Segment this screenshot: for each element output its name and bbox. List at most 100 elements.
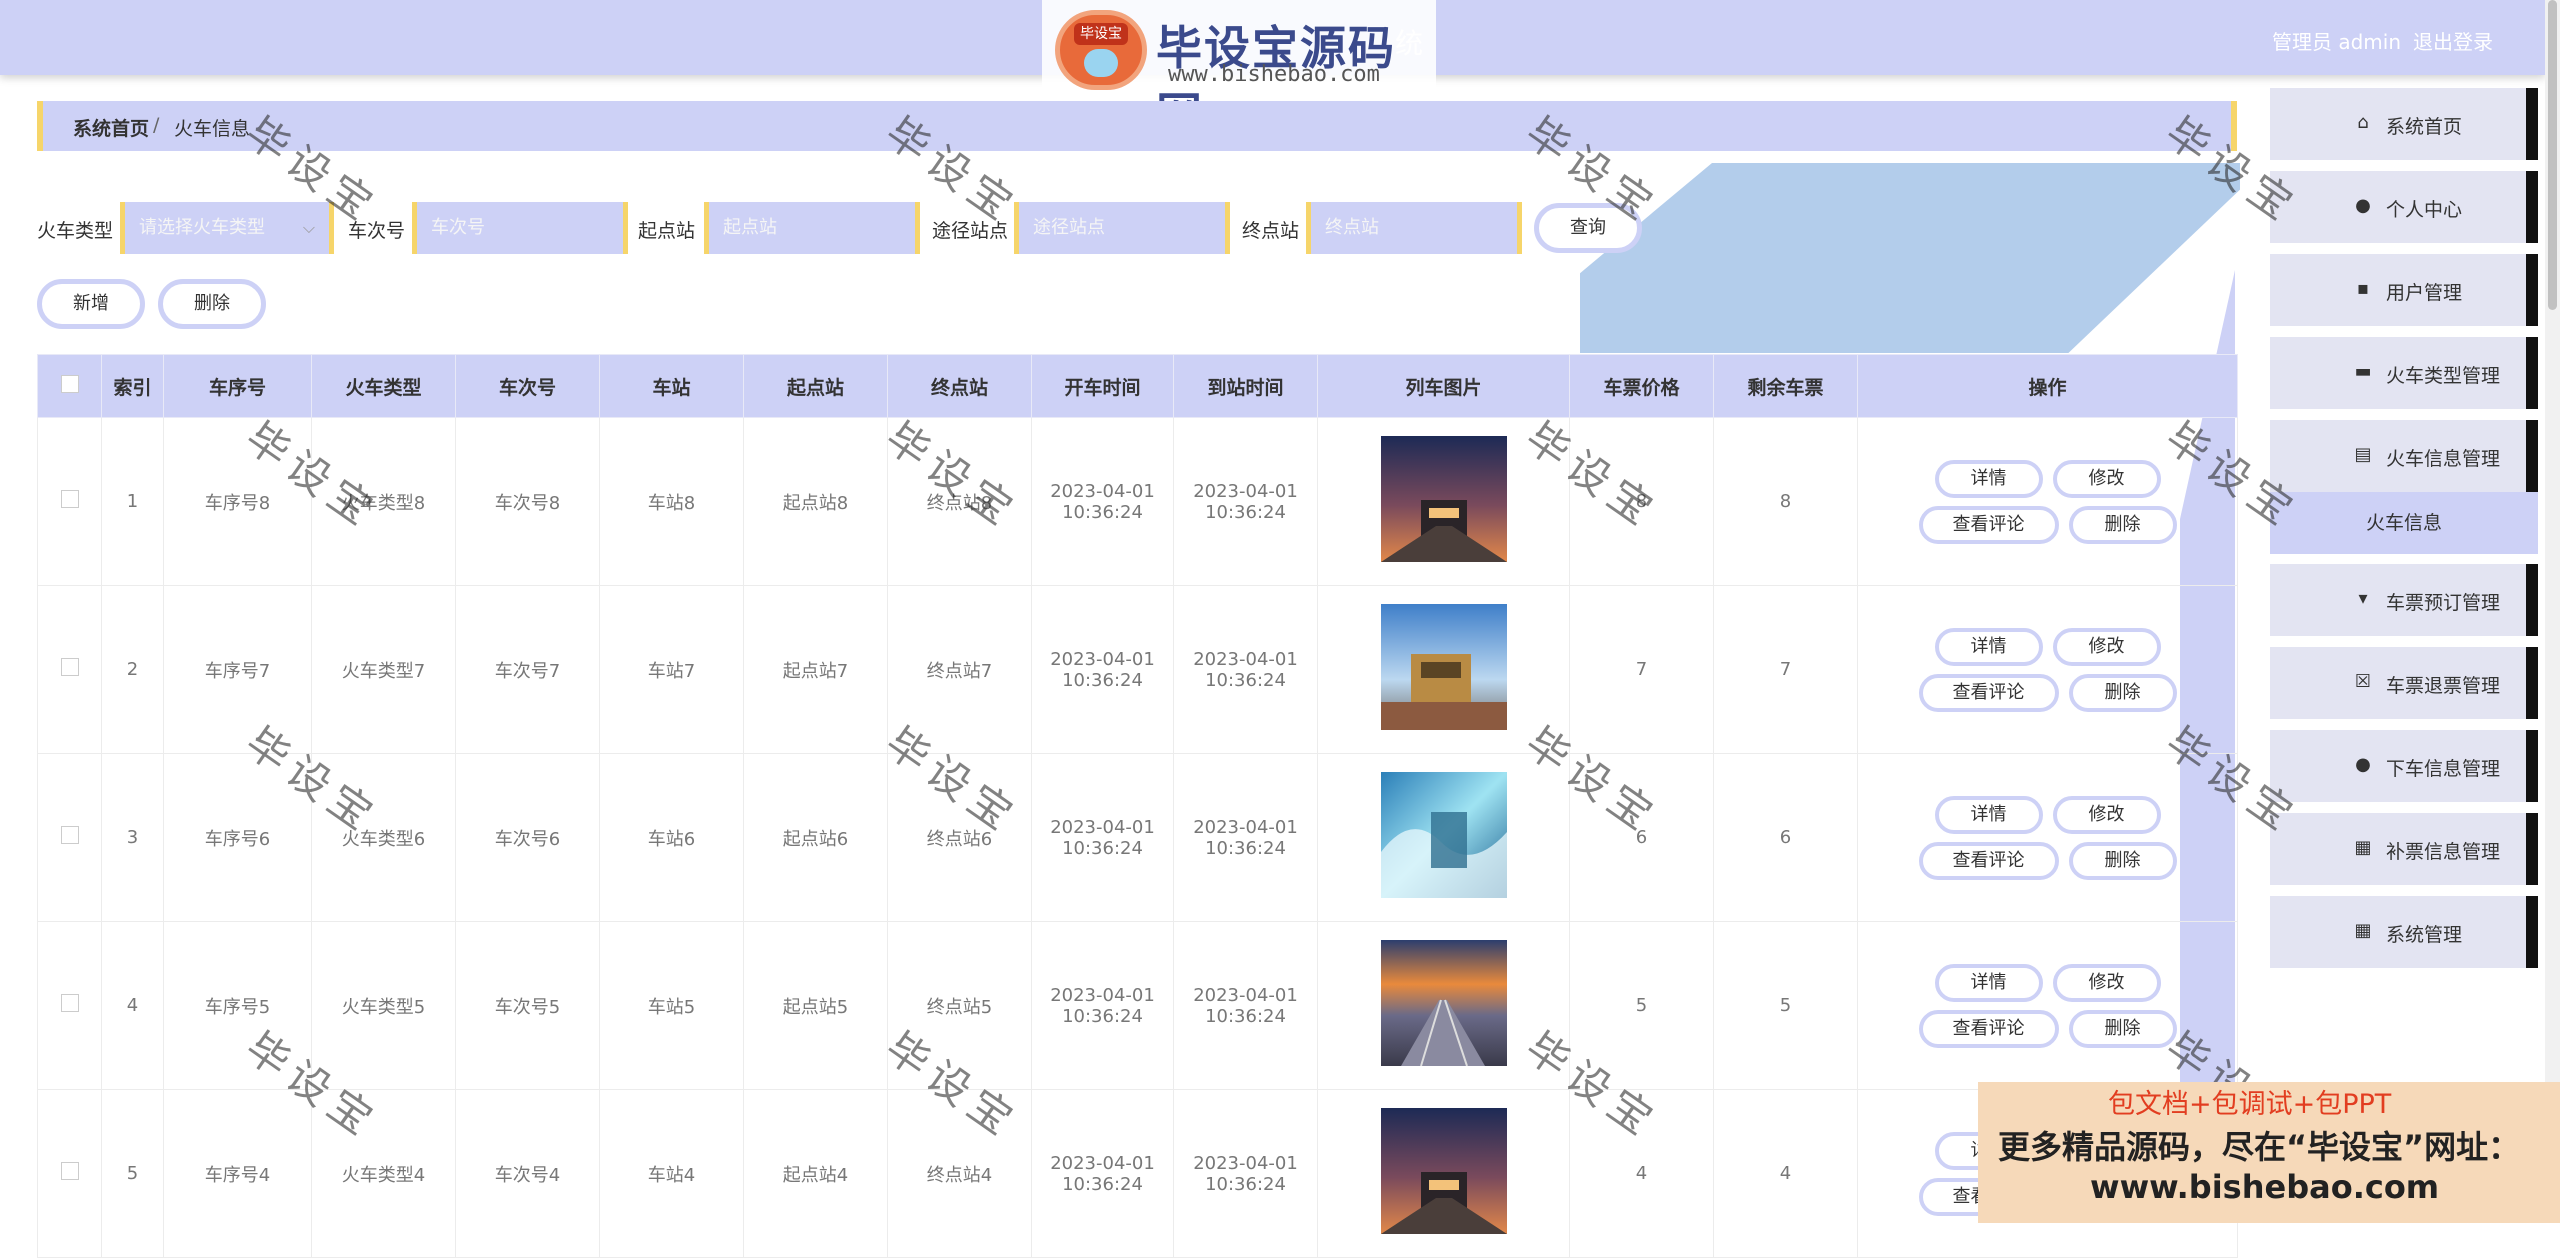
sidebar-item-label: 火车类型管理 (2386, 365, 2501, 387)
vertical-scrollbar[interactable] (2545, 0, 2560, 1223)
sidebar-item-alight[interactable]: ● 下车信息管理 (2270, 730, 2538, 802)
edit-button[interactable]: 修改 (2052, 459, 2161, 498)
scrollbar-thumb[interactable] (2548, 0, 2557, 310)
breadcrumb: 系统首页 / 火车信息 (37, 101, 2237, 151)
col-train-no: 车次号 (455, 354, 600, 418)
cell-arrive: 2023-04-01 10:36:24 (1173, 417, 1318, 586)
via-station-input[interactable]: 途径站点 (1014, 202, 1230, 254)
col-index: 索引 (101, 354, 164, 418)
edit-button[interactable]: 修改 (2052, 963, 2161, 1002)
cell-station: 车站8 (599, 417, 744, 586)
sidebar-item-profile[interactable]: ● 个人中心 (2270, 171, 2538, 243)
row-checkbox[interactable] (60, 826, 79, 844)
sidebar-item-label: 系统首页 (2386, 116, 2463, 138)
cell-start: 起点站4 (743, 1089, 888, 1258)
train-wave-photo[interactable] (1380, 772, 1507, 898)
edit-button[interactable]: 修改 (2052, 795, 2161, 834)
train-type-select[interactable]: 请选择火车类型 ⌵ (120, 202, 334, 254)
detail-button[interactable]: 详情 (1934, 627, 2043, 666)
select-all-checkbox[interactable] (60, 374, 79, 393)
cell-index: 2 (101, 585, 164, 754)
view-comments-button[interactable]: 查看评论 (1918, 841, 2059, 880)
cell-type: 火车类型7 (311, 585, 456, 754)
detail-button[interactable]: 详情 (1934, 795, 2043, 834)
end-station-label: 终点站 (1242, 220, 1300, 242)
decorative-shape (1580, 163, 2240, 353)
cell-index: 3 (101, 753, 164, 922)
briefcase-icon: ▬ (2354, 361, 2372, 382)
promo-line-2: 更多精品源码，尽在“毕设宝”网址： (1998, 1128, 2521, 1166)
cell-start: 起点站6 (743, 753, 888, 922)
train-night-photo[interactable] (1380, 1108, 1507, 1234)
view-comments-button[interactable]: 查看评论 (1918, 673, 2059, 712)
breadcrumb-home[interactable]: 系统首页 (73, 114, 149, 141)
row-actions: 详情修改查看评论删除 (1913, 624, 2183, 716)
cell-arrive: 2023-04-01 10:36:24 (1173, 753, 1318, 922)
chevron-down-icon: ⌵ (302, 218, 315, 237)
detail-button[interactable]: 详情 (1934, 963, 2043, 1002)
cell-train-no: 车次号6 (455, 753, 600, 922)
cell-depart: 2023-04-01 10:36:24 (1031, 585, 1174, 754)
row-checkbox[interactable] (60, 658, 79, 676)
delete-row-button[interactable]: 删除 (2068, 841, 2177, 880)
sidebar-item-refund[interactable]: ☒ 车票退票管理 (2270, 647, 2538, 719)
cell-remaining: 7 (1713, 585, 1858, 754)
train-night-photo[interactable] (1380, 436, 1507, 562)
batch-delete-button[interactable]: 删除 (158, 279, 266, 329)
view-comments-button[interactable]: 查看评论 (1918, 505, 2059, 544)
sidebar-item-train-types[interactable]: ▬ 火车类型管理 (2270, 337, 2538, 409)
cell-station: 车站5 (599, 921, 744, 1090)
train-yard-sunset-photo[interactable] (1380, 940, 1507, 1066)
delete-row-button[interactable]: 删除 (2068, 505, 2177, 544)
sidebar-item-home[interactable]: ⌂ 系统首页 (2270, 88, 2538, 160)
delete-row-button[interactable]: 删除 (2068, 1009, 2177, 1048)
detail-button[interactable]: 详情 (1934, 459, 2043, 498)
col-start: 起点站 (743, 354, 888, 418)
row-actions: 详情修改查看评论删除 (1913, 960, 2183, 1052)
cell-index: 4 (101, 921, 164, 1090)
cell-start: 起点站5 (743, 921, 888, 1090)
table-row: 2 车序号7 火车类型7 车次号7 车站7 起点站7 终点站7 2023-04-… (37, 585, 2238, 754)
promo-line-3: www.bishebao.com (2090, 1168, 2440, 1206)
breadcrumb-separator: / (153, 114, 160, 136)
sidebar-item-booking[interactable]: ▾ 车票预订管理 (2270, 564, 2538, 636)
start-station-input[interactable]: 起点站 (704, 202, 920, 254)
cell-remaining: 5 (1713, 921, 1858, 1090)
sidebar-item-label: 用户管理 (2386, 282, 2463, 304)
edit-button[interactable]: 修改 (2052, 627, 2161, 666)
sidebar-item-system[interactable]: ▦ 系统管理 (2270, 896, 2538, 968)
cell-arrive: 2023-04-01 10:36:24 (1173, 1089, 1318, 1258)
logout-link[interactable]: 退出登录 (2413, 26, 2493, 55)
col-ops: 操作 (1857, 354, 2238, 418)
cell-station: 车站6 (599, 753, 744, 922)
sidebar-subitem-train-info[interactable]: 火车信息 (2270, 492, 2538, 554)
logo-url: www.bishebao.com (1168, 62, 1380, 87)
sidebar-item-users[interactable]: ▪ 用户管理 (2270, 254, 2538, 326)
delete-row-button[interactable]: 删除 (2068, 673, 2177, 712)
train-no-input[interactable]: 车次号 (412, 202, 628, 254)
sidebar-item-train-info[interactable]: ▤ 火车信息管理 (2270, 420, 2538, 492)
row-checkbox[interactable] (60, 490, 79, 508)
row-checkbox[interactable] (60, 1162, 79, 1180)
table-row: 4 车序号5 火车类型5 车次号5 车站5 起点站5 终点站5 2023-04-… (37, 921, 2238, 1090)
train-daylight-photo[interactable] (1380, 604, 1507, 730)
cell-index: 5 (101, 1089, 164, 1258)
cell-seq: 车序号4 (163, 1089, 312, 1258)
cell-remaining: 6 (1713, 753, 1858, 922)
user-icon: ● (2355, 754, 2371, 775)
cell-train-no: 车次号7 (455, 585, 600, 754)
cell-depart: 2023-04-01 10:36:24 (1031, 753, 1174, 922)
add-button[interactable]: 新增 (37, 279, 145, 329)
view-comments-button[interactable]: 查看评论 (1918, 1009, 2059, 1048)
sidebar-item-label: 下车信息管理 (2386, 758, 2501, 780)
cell-depart: 2023-04-01 10:36:24 (1031, 921, 1174, 1090)
bishebao-logo: 毕设宝 毕设宝源码网 www.bishebao.com (1042, 0, 1436, 141)
end-station-input[interactable]: 终点站 (1306, 202, 1522, 254)
admin-user-label: 管理员 admin (2272, 30, 2402, 54)
sidebar-item-supplement[interactable]: ▦ 补票信息管理 (2270, 813, 2538, 885)
train-no-placeholder: 车次号 (431, 217, 485, 238)
row-checkbox[interactable] (60, 994, 79, 1012)
cell-station: 车站4 (599, 1089, 744, 1258)
start-station-placeholder: 起点站 (723, 217, 777, 238)
user-icon: ● (2355, 195, 2371, 216)
